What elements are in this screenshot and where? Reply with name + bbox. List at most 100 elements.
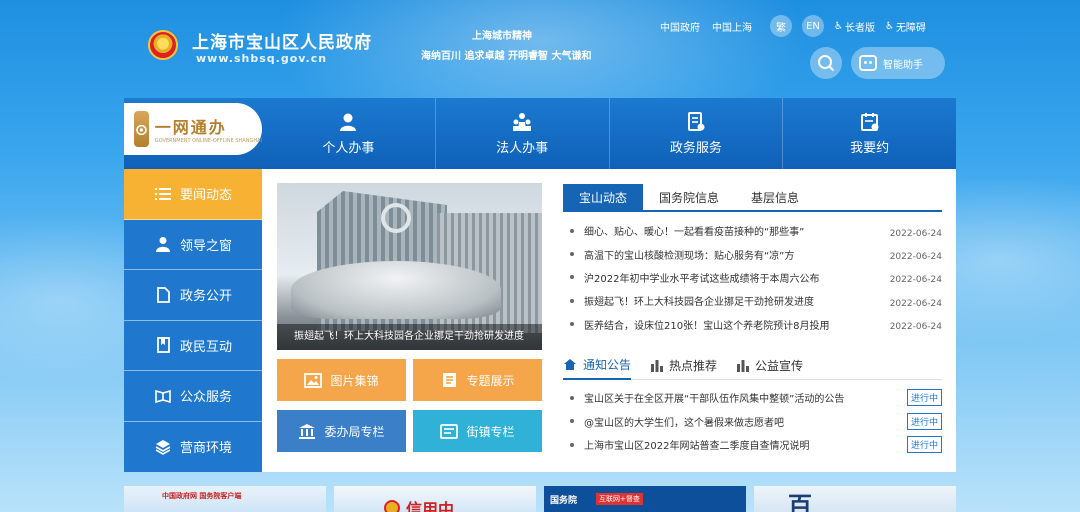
topic-showcase-button[interactable]: 专题展示 <box>413 359 542 401</box>
bullet <box>570 252 574 257</box>
news-title[interactable]: 振翅起飞！环上大科技园各企业挪足干劲抢研发进度 <box>584 293 888 308</box>
list-item[interactable]: 医养结合，设床位210张！宝山这个养老院预计8月投用 2022-06-24 <box>570 313 942 336</box>
enterprise-icon <box>513 113 532 131</box>
nav-item-label: 领导之窗 <box>180 238 233 254</box>
nav-item-label: 要闻动态 <box>180 188 233 204</box>
nav-item-public-service[interactable]: 公众服务 <box>124 371 262 422</box>
list-item[interactable]: @宝山区的大学生们，这个暑假来做志愿者吧 进行中 <box>570 410 942 434</box>
tab-baoshan-news[interactable]: 宝山动态 <box>563 184 644 210</box>
service-appointment-label: 我要约 <box>850 141 890 156</box>
service-bar: ⊙ 一网通办 GOVERNMENT ONLINE-OFFLINE SHANGHA… <box>124 98 956 169</box>
status-badge: 进行中 <box>907 389 942 407</box>
news-tabs: 宝山动态 国务院信息 基层信息 <box>563 184 942 212</box>
tab-state-council[interactable]: 国务院信息 <box>643 184 735 210</box>
smart-assistant-label: 智能助手 <box>883 59 923 71</box>
list-item[interactable]: 细心、贴心、暖心！一起看看疫苗接种的“那些事” 2022-06-24 <box>570 219 942 242</box>
photo-gallery-label: 图片集锦 <box>330 373 379 388</box>
photo-caption[interactable]: 振翅起飞！环上大科技园各企业挪足干劲抢研发进度 <box>277 324 542 350</box>
notice-list: 宝山区关于在全区开展“干部队伍作风集中整顿”活动的公告 进行中 @宝山区的大学生… <box>570 386 942 457</box>
link-china-shanghai[interactable]: 中国上海 <box>712 19 752 34</box>
tab-notices[interactable]: 通知公告 <box>563 352 632 380</box>
list-item[interactable]: 高温下的宝山核酸检测现场：贴心服务有“凉”方 2022-06-24 <box>570 242 942 265</box>
banner-state-council[interactable]: 国务院 互联网+督查 <box>544 486 746 512</box>
service-enterprise[interactable]: 法人办事 <box>436 98 610 169</box>
street-column-button[interactable]: 街镇专栏 <box>413 410 542 452</box>
news-date: 2022-06-24 <box>889 252 942 263</box>
service-appointment[interactable]: 我要约 <box>783 98 956 169</box>
nav-item-label: 营商环境 <box>180 441 233 457</box>
service-personal-label: 个人办事 <box>322 141 375 156</box>
tab-hot-picks[interactable]: 热点推荐 <box>651 352 717 380</box>
bullet <box>570 419 574 424</box>
notice-title[interactable]: @宝山区的大学生们，这个暑假来做志愿者吧 <box>584 414 907 429</box>
one-net-brand-sub: GOVERNMENT ONLINE-OFFLINE SHANGHAI <box>154 138 262 144</box>
smart-assistant-button[interactable]: 智能助手 <box>851 47 945 79</box>
banner-campaign[interactable]: 百 <box>754 486 956 512</box>
news-date: 2022-06-24 <box>889 298 942 309</box>
status-badge: 进行中 <box>907 436 942 454</box>
tab-notices-label: 通知公告 <box>583 358 632 372</box>
news-date: 2022-06-24 <box>889 322 942 333</box>
nav-item-leaders[interactable]: 领导之窗 <box>124 219 262 270</box>
site-header: 上海市宝山区人民政府 www.shbsq.gov.cn 上海城市精神 海纳百川 … <box>0 0 1080 98</box>
bureau-column-button[interactable]: 委办局专栏 <box>277 410 406 452</box>
calendar-icon <box>860 113 879 131</box>
list-item[interactable]: 沪2022年初中学业水平考试这些成绩将于本周六公布 2022-06-24 <box>570 266 942 289</box>
link-china-gov[interactable]: 中国政府 <box>660 19 700 34</box>
tab-public-welfare-label: 公益宣传 <box>755 359 804 373</box>
nav-item-gov-open[interactable]: 政务公开 <box>124 270 262 321</box>
service-government[interactable]: 政务服务 <box>610 98 784 169</box>
tab-hot-picks-label: 热点推荐 <box>669 359 718 373</box>
user-icon <box>156 237 170 253</box>
list-item[interactable]: 宝山区关于在全区开展“干部队伍作风集中整顿”活动的公告 进行中 <box>570 386 942 410</box>
one-net-service-logo[interactable]: ⊙ 一网通办 GOVERNMENT ONLINE-OFFLINE SHANGHA… <box>124 103 262 155</box>
nav-item-interaction[interactable]: 政民互动 <box>124 320 262 371</box>
photo-ring <box>381 203 411 233</box>
news-title[interactable]: 医养结合，设床位210张！宝山这个养老院预计8月投用 <box>584 317 888 332</box>
banner-credit-text: 信用中 <box>406 500 455 512</box>
bureau-column-label: 委办局专栏 <box>324 424 385 439</box>
news-title[interactable]: 高温下的宝山核酸检测现场：贴心服务有“凉”方 <box>584 247 888 262</box>
banner-china-gov[interactable]: 中国政府网 国务院客户端 <box>124 486 326 512</box>
photo-dome <box>291 261 501 319</box>
robot-icon <box>859 55 877 71</box>
bullet <box>570 395 574 400</box>
file-icon <box>156 286 170 303</box>
image-icon <box>304 372 323 388</box>
banner-china-gov-text: 中国政府网 国务院客户端 <box>162 492 242 500</box>
news-title[interactable]: 细心、贴心、暖心！一起看看疫苗接种的“那些事” <box>584 223 888 238</box>
photo-gallery-button[interactable]: 图片集锦 <box>277 359 406 401</box>
site-title[interactable]: 上海市宝山区人民政府 <box>192 28 372 53</box>
notice-tabs: 通知公告 热点推荐 公益宣传 <box>563 352 942 380</box>
nav-item-business[interactable]: 营商环境 <box>124 421 262 472</box>
english-button[interactable]: EN <box>802 15 824 37</box>
elder-mode-link[interactable]: ♿︎ 长者版 <box>834 19 875 34</box>
main-panel: 要闻动态 领导之窗 政务公开 政民互动 公众服务 营商环境 振翅起飞！环上大科技… <box>124 169 956 472</box>
accessibility-link[interactable]: ♿ 无障碍 <box>885 19 926 34</box>
document-icon <box>687 112 705 131</box>
news-photo[interactable]: 振翅起飞！环上大科技园各企业挪足干劲抢研发进度 <box>277 183 542 350</box>
nav-item-news[interactable]: 要闻动态 <box>124 169 262 220</box>
top-links: 中国政府 中国上海 繁 EN ♿︎ 长者版 ♿ 无障碍 <box>660 15 936 37</box>
notice-title[interactable]: 宝山区关于在全区开展“干部队伍作风集中整顿”活动的公告 <box>584 390 907 405</box>
list-item[interactable]: 上海市宝山区2022年网站普查二季度自查情况说明 进行中 <box>570 433 942 457</box>
nav-item-label: 政民互动 <box>180 339 233 355</box>
banner-state-council-text: 国务院 <box>550 496 578 506</box>
banner-credit-china[interactable]: 信用中 <box>334 486 536 512</box>
service-personal[interactable]: 个人办事 <box>262 98 436 169</box>
notice-title[interactable]: 上海市宝山区2022年网站普查二季度自查情况说明 <box>584 437 907 452</box>
traditional-chinese-button[interactable]: 繁 <box>770 15 792 37</box>
list-item[interactable]: 振翅起飞！环上大科技园各企业挪足干劲抢研发进度 2022-06-24 <box>570 289 942 312</box>
topic-showcase-label: 专题展示 <box>466 373 515 388</box>
news-date: 2022-06-24 <box>889 228 942 239</box>
person-icon <box>340 113 357 131</box>
news-title[interactable]: 沪2022年初中学业水平考试这些成绩将于本周六公布 <box>584 270 888 285</box>
national-emblem-icon <box>148 30 178 60</box>
tab-public-welfare[interactable]: 公益宣传 <box>737 352 803 380</box>
search-button[interactable] <box>810 47 842 79</box>
one-net-seal-icon: ⊙ <box>134 111 149 147</box>
left-nav: 要闻动态 领导之窗 政务公开 政民互动 公众服务 营商环境 <box>124 169 262 472</box>
elder-icon: ♿︎ <box>834 20 843 32</box>
bullet <box>570 298 574 303</box>
tab-grassroots[interactable]: 基层信息 <box>735 184 815 210</box>
